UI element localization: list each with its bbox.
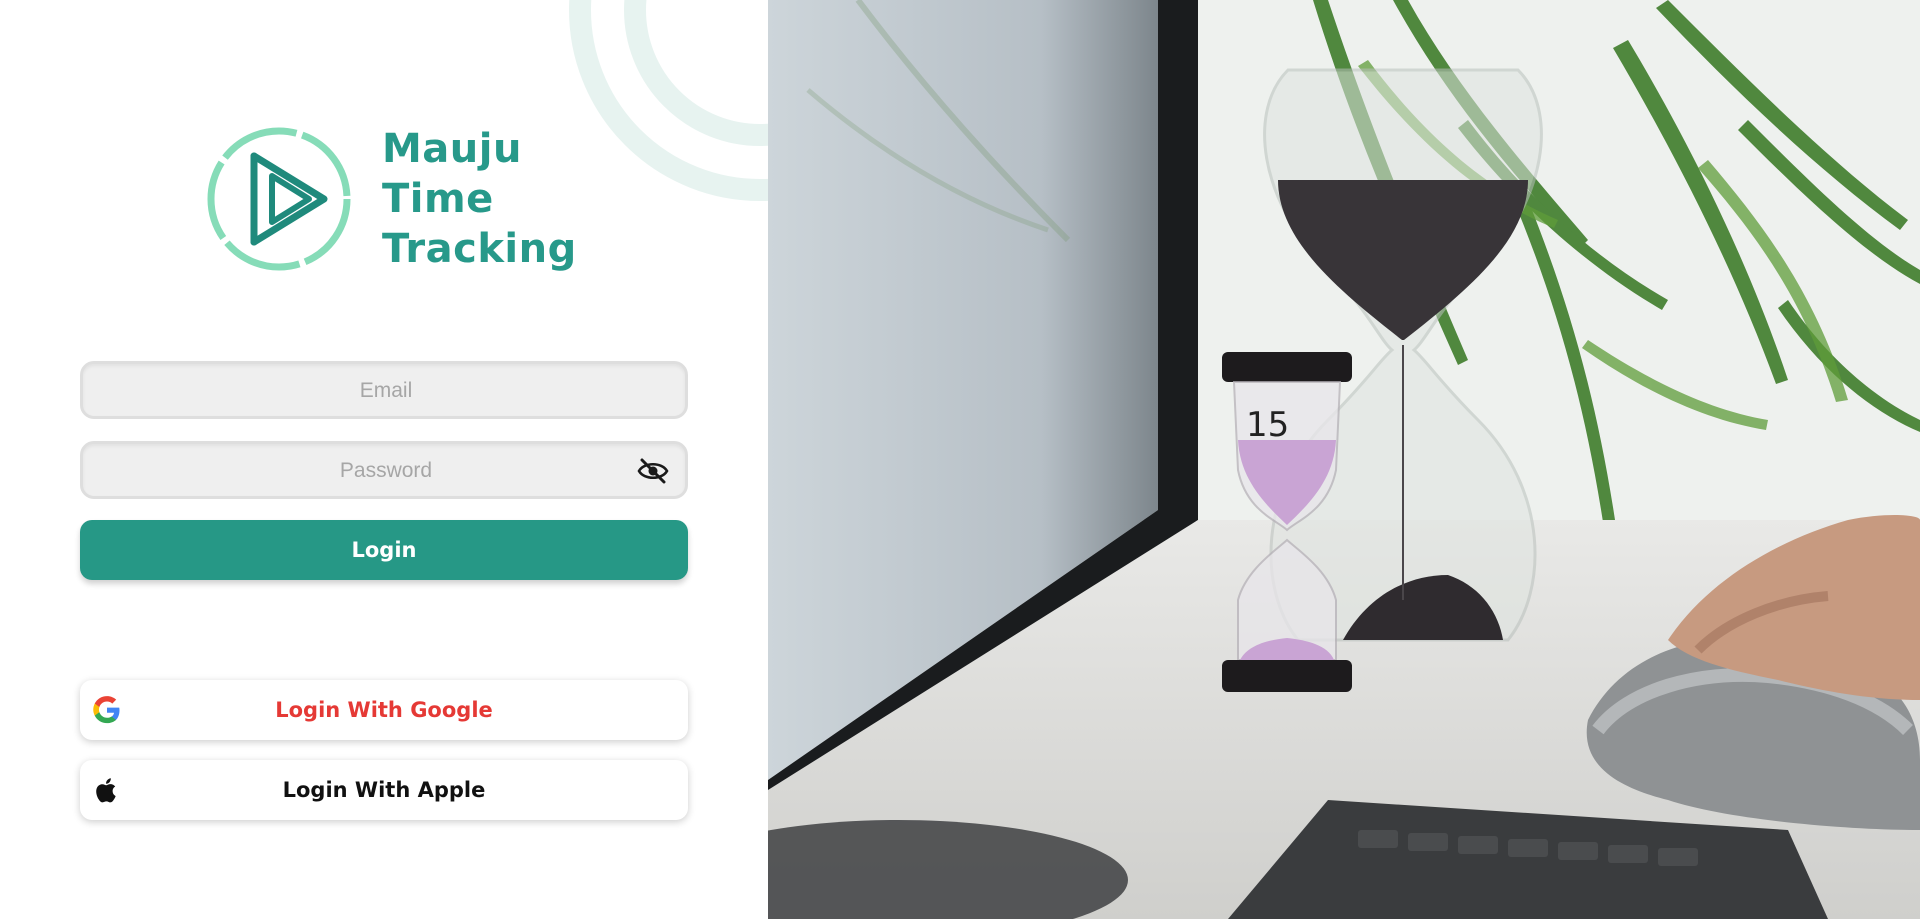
- email-input[interactable]: [83, 364, 689, 418]
- password-field[interactable]: [80, 441, 689, 499]
- brand-name-line-2: Time: [382, 176, 494, 222]
- login-with-apple-button[interactable]: Login With Apple: [80, 760, 688, 820]
- brand-name-line-3: Tracking: [382, 226, 577, 272]
- brand-logo: Mauju Time Tracking: [204, 124, 577, 274]
- hero-photo: 15: [768, 0, 1920, 919]
- brand-name: Mauju Time Tracking: [382, 124, 577, 274]
- email-field[interactable]: [80, 361, 689, 419]
- login-panel: Mauju Time Tracking Login Login With Goo…: [0, 0, 768, 919]
- apple-button-label: Login With Apple: [282, 778, 486, 802]
- password-input[interactable]: [83, 444, 689, 498]
- login-button[interactable]: Login: [80, 520, 688, 580]
- apple-icon: [96, 778, 116, 803]
- svg-text:15: 15: [1246, 405, 1289, 445]
- play-logo-icon: [207, 127, 351, 271]
- login-button-label: Login: [351, 538, 417, 562]
- login-with-google-button[interactable]: Login With Google: [80, 680, 688, 740]
- google-icon: [93, 696, 120, 724]
- eye-slash-icon[interactable]: [637, 458, 669, 484]
- hourglass-desk-photo: 15: [768, 0, 1920, 919]
- decorative-rings: [569, 0, 768, 201]
- brand-name-line-1: Mauju: [382, 126, 522, 172]
- google-button-label: Login With Google: [275, 698, 493, 722]
